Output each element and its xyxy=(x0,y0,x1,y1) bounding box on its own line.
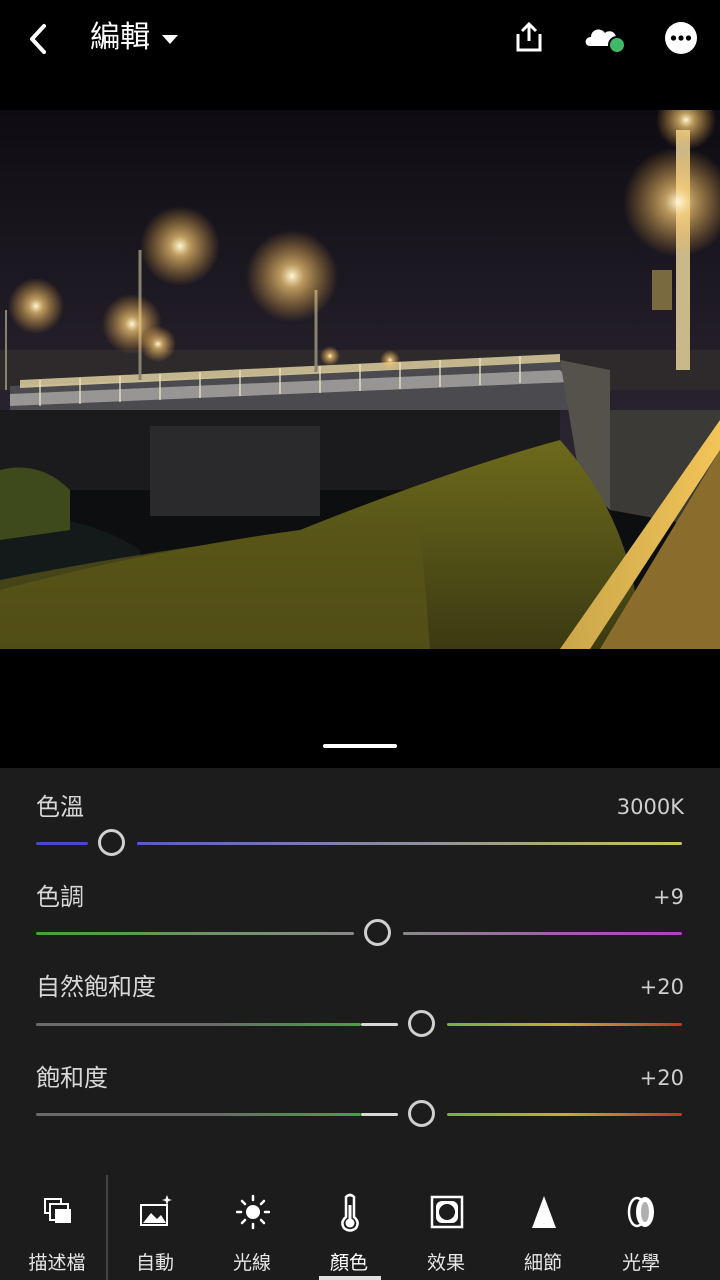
tool-optics[interactable]: 光學 xyxy=(596,1193,686,1274)
slider-track-fill[interactable] xyxy=(361,1113,398,1116)
color-icon xyxy=(341,1193,359,1232)
tool-light[interactable]: 光線 xyxy=(207,1193,297,1274)
detail-icon xyxy=(532,1196,556,1228)
effects-icon xyxy=(430,1195,464,1229)
profiles-icon xyxy=(44,1198,71,1223)
share-icon[interactable] xyxy=(512,20,546,54)
edit-toolbar: 描述檔 自動 光線 顏色 效果 細節 光學 xyxy=(0,1175,720,1280)
vibrance-slider[interactable]: 自然飽和度 +20 xyxy=(0,970,720,1060)
tool-color[interactable]: 顏色 xyxy=(304,1193,394,1274)
back-arrow-icon[interactable] xyxy=(24,22,54,56)
tool-auto[interactable]: 自動 xyxy=(110,1193,200,1274)
slider-thumb[interactable] xyxy=(408,1100,435,1127)
slider-track-right[interactable] xyxy=(137,842,682,845)
light-icon xyxy=(236,1194,270,1230)
toolbar-divider xyxy=(106,1175,108,1280)
slider-value: 3000K xyxy=(616,795,684,819)
slider-track-right[interactable] xyxy=(447,1023,682,1026)
slider-track-right[interactable] xyxy=(447,1113,682,1116)
top-bar: 編輯 xyxy=(0,0,720,80)
tool-label: 細節 xyxy=(523,1252,562,1274)
tool-profiles[interactable]: 描述檔 xyxy=(12,1193,102,1274)
saturation-slider[interactable]: 飽和度 +20 xyxy=(0,1061,720,1151)
edit-mode-title[interactable]: 編輯 xyxy=(90,18,150,58)
tool-label: 自動 xyxy=(135,1252,174,1274)
slider-label: 色調 xyxy=(36,883,84,911)
slider-track-right[interactable] xyxy=(403,932,682,935)
dropdown-caret-icon[interactable] xyxy=(162,35,178,44)
tool-label: 光線 xyxy=(232,1252,271,1274)
slider-track-fill[interactable] xyxy=(361,1023,398,1026)
slider-thumb[interactable] xyxy=(408,1010,435,1037)
more-options-icon[interactable] xyxy=(664,21,698,55)
slider-track-left[interactable] xyxy=(36,1113,361,1116)
slider-track-left[interactable] xyxy=(36,1023,361,1026)
tool-label: 描述檔 xyxy=(28,1252,86,1274)
slider-value: +20 xyxy=(639,1066,684,1090)
photo-preview[interactable] xyxy=(0,110,720,649)
cloud-sync-icon[interactable] xyxy=(582,22,630,56)
auto-icon xyxy=(140,1195,172,1226)
slider-label: 自然飽和度 xyxy=(36,973,156,1001)
optics-icon xyxy=(627,1196,654,1228)
tool-label: 光學 xyxy=(621,1252,660,1274)
active-tool-indicator xyxy=(319,1276,381,1280)
tool-label: 效果 xyxy=(426,1252,465,1274)
tool-label: 顏色 xyxy=(329,1252,368,1274)
tint-slider[interactable]: 色調 +9 xyxy=(0,880,720,970)
slider-thumb[interactable] xyxy=(364,919,391,946)
slider-thumb[interactable] xyxy=(98,829,125,856)
slider-label: 飽和度 xyxy=(36,1064,108,1092)
slider-value: +20 xyxy=(639,975,684,999)
slider-value: +9 xyxy=(653,885,684,909)
tool-effects[interactable]: 效果 xyxy=(401,1193,491,1274)
temperature-slider[interactable]: 色溫 3000K xyxy=(0,790,720,880)
panel-drag-handle[interactable] xyxy=(323,744,397,748)
tool-detail[interactable]: 細節 xyxy=(498,1193,588,1274)
slider-track-left[interactable] xyxy=(36,932,354,935)
slider-label: 色溫 xyxy=(36,793,84,821)
slider-track-left[interactable] xyxy=(36,842,88,845)
